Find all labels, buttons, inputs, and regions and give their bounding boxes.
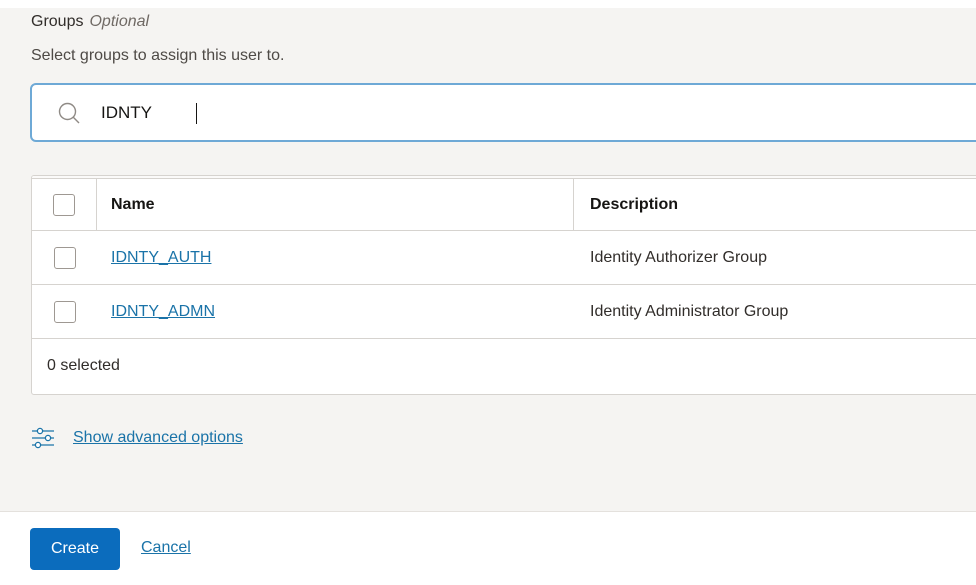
table-row: IDNTY_ADMN Identity Administrator Group bbox=[32, 285, 976, 339]
row-check-cell bbox=[32, 231, 97, 284]
table-row: IDNTY_AUTH Identity Authorizer Group bbox=[32, 231, 976, 285]
group-name-link[interactable]: IDNTY_ADMN bbox=[111, 303, 215, 321]
sliders-icon bbox=[32, 427, 54, 449]
cancel-link[interactable]: Cancel bbox=[141, 539, 191, 557]
select-all-cell bbox=[32, 179, 97, 230]
row-checkbox[interactable] bbox=[53, 300, 76, 323]
advanced-options-label[interactable]: Show advanced options bbox=[73, 429, 243, 447]
group-search-input[interactable] bbox=[101, 97, 601, 128]
search-icon bbox=[58, 102, 80, 123]
column-header-description[interactable]: Description bbox=[590, 196, 678, 214]
group-search-box[interactable] bbox=[30, 83, 976, 142]
table-header-row: Name Description bbox=[32, 179, 976, 231]
form-action-bar: Create Cancel bbox=[0, 511, 976, 585]
column-header-name[interactable]: Name bbox=[111, 196, 155, 214]
select-all-checkbox[interactable] bbox=[53, 193, 75, 216]
selection-status: 0 selected bbox=[47, 357, 120, 374]
groups-help-text: Select groups to assign this user to. bbox=[31, 47, 285, 64]
top-strip bbox=[0, 0, 976, 8]
show-advanced-options-link[interactable]: Show advanced options bbox=[31, 426, 243, 450]
groups-label: Groups Optional bbox=[31, 13, 149, 31]
groups-label-text: Groups bbox=[31, 13, 84, 30]
column-divider bbox=[573, 179, 574, 230]
group-name-link[interactable]: IDNTY_AUTH bbox=[111, 249, 211, 267]
group-description: Identity Authorizer Group bbox=[590, 248, 767, 266]
text-caret bbox=[196, 103, 197, 124]
group-description: Identity Administrator Group bbox=[590, 302, 789, 320]
create-button[interactable]: Create bbox=[30, 528, 120, 570]
optional-tag: Optional bbox=[89, 13, 150, 30]
row-check-cell bbox=[32, 285, 97, 338]
groups-table: Name Description IDNTY_AUTH Identity Aut… bbox=[31, 175, 976, 395]
row-checkbox[interactable] bbox=[53, 246, 76, 269]
